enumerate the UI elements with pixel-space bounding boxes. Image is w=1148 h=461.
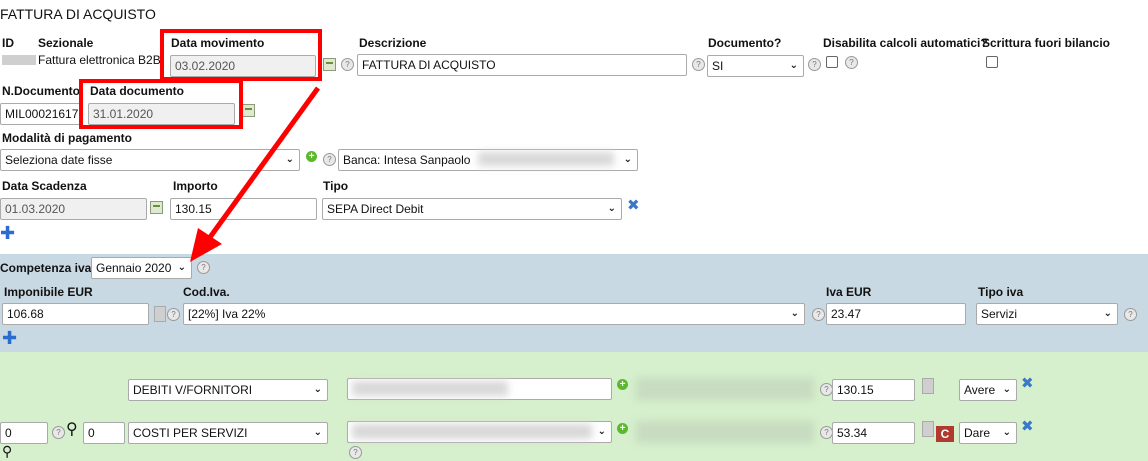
annotation-arrow: [190, 86, 321, 262]
